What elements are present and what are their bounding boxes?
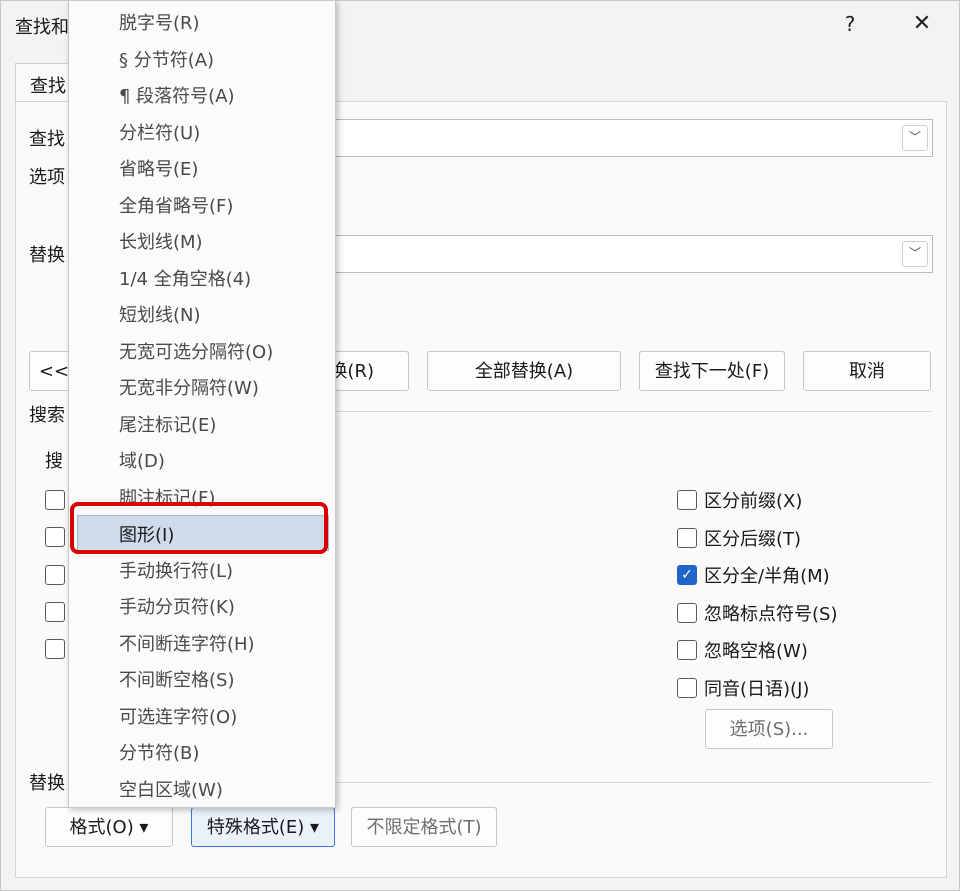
replace-dropdown-icon[interactable]: ﹀ xyxy=(902,241,928,267)
menu-item-label: 分节符(B) xyxy=(119,743,200,764)
menu-item[interactable]: 分栏符(U) xyxy=(69,114,335,148)
menu-item[interactable]: 可选连字符(O) xyxy=(69,698,335,732)
menu-item-label: 省略号(E) xyxy=(119,159,199,180)
menu-item-label: 域(D) xyxy=(119,451,165,472)
find-next-button[interactable]: 查找下一处(F) xyxy=(639,351,785,391)
menu-item[interactable]: 域(D) xyxy=(69,442,335,476)
menu-item[interactable]: § 分节符(A) xyxy=(69,41,335,75)
divider-top xyxy=(291,411,931,412)
help-button[interactable]: ? xyxy=(835,9,865,39)
menu-item-label: 短划线(N) xyxy=(119,305,201,326)
menu-item-label: 尾注标记(E) xyxy=(119,414,217,436)
replace-label: 替换 xyxy=(29,245,65,266)
menu-item-label: ¶ 段落符号(A) xyxy=(119,86,235,107)
menu-item-label: 分栏符(U) xyxy=(119,122,201,144)
menu-item[interactable]: 尾注标记(E) xyxy=(69,406,335,440)
menu-item[interactable]: 手动换行符(L) xyxy=(69,552,335,586)
find-dropdown-icon[interactable]: ﹀ xyxy=(902,125,928,151)
menu-item[interactable]: 脱字号(R) xyxy=(69,4,335,38)
option-checkbox[interactable]: ✓ xyxy=(677,565,697,585)
option-label: 区分前缀(X) xyxy=(704,491,803,512)
menu-item[interactable]: 长划线(M) xyxy=(69,223,335,257)
options-label: 选项 xyxy=(29,167,65,188)
menu-item[interactable]: 1/4 全角空格(4) xyxy=(69,260,335,294)
menu-item-label: 手动换行符(L) xyxy=(119,560,234,582)
divider-bottom xyxy=(291,782,931,783)
menu-item-label: 不间断空格(S) xyxy=(119,670,235,691)
menu-item-label: 长划线(M) xyxy=(119,232,203,253)
menu-item[interactable]: 不间断连字符(H) xyxy=(69,625,335,659)
no-format-button[interactable]: 不限定格式(T) xyxy=(351,807,497,847)
replace-input[interactable]: ﹀ xyxy=(331,235,933,273)
option-label: 忽略空格(W) xyxy=(704,641,808,662)
option-label: 忽略标点符号(S) xyxy=(704,603,838,625)
menu-item[interactable]: ¶ 段落符号(A) xyxy=(69,77,335,111)
menu-item-label: 可选连字符(O) xyxy=(119,706,238,728)
menu-item-label: § 分节符(A) xyxy=(119,49,215,71)
highlight-box xyxy=(70,502,328,554)
options-button[interactable]: 选项(S)... xyxy=(705,709,833,749)
menu-item[interactable]: 无宽非分隔符(W) xyxy=(69,369,335,403)
menu-item-label: 不间断连字符(H) xyxy=(119,633,255,655)
dialog-title: 查找和 xyxy=(15,17,69,38)
option-checkbox[interactable] xyxy=(677,640,697,660)
search-direction-label: 搜 xyxy=(45,451,63,472)
search-section-title: 搜索 xyxy=(29,405,65,426)
tab-find[interactable]: 查找 xyxy=(15,63,73,102)
menu-item-label: 全角省略号(F) xyxy=(119,195,234,217)
option-checkbox[interactable] xyxy=(677,602,697,623)
option-label: 区分后缀(T) xyxy=(704,528,802,550)
menu-item[interactable]: 短划线(N) xyxy=(69,296,335,330)
menu-item-label: 无宽非分隔符(W) xyxy=(119,378,259,399)
find-label: 查找 xyxy=(29,129,65,150)
replace-all-button[interactable]: 全部替换(A) xyxy=(427,351,621,391)
find-input[interactable]: ﹀ xyxy=(331,119,933,157)
menu-item-label: 1/4 全角空格(4) xyxy=(119,268,252,290)
format-button[interactable]: 格式(O) ▾ xyxy=(45,807,173,847)
menu-item[interactable]: 省略号(E) xyxy=(69,150,335,184)
tab-find-label: 查找 xyxy=(30,76,66,97)
left-option-checkbox[interactable] xyxy=(45,490,65,510)
menu-item-label: 脱字号(R) xyxy=(119,13,200,34)
replace-section-label: 替换 xyxy=(29,773,65,794)
left-option-checkbox[interactable] xyxy=(45,565,65,585)
close-button[interactable]: ✕ xyxy=(907,9,937,39)
option-checkbox[interactable] xyxy=(677,527,697,548)
special-format-button[interactable]: 特殊格式(E) ▾ xyxy=(191,807,335,847)
menu-item[interactable]: 不间断空格(S) xyxy=(69,661,335,695)
menu-item[interactable]: 全角省略号(F) xyxy=(69,187,335,221)
left-option-checkbox[interactable] xyxy=(45,639,65,659)
option-checkbox[interactable] xyxy=(677,490,697,510)
menu-item-label: 空白区域(W) xyxy=(119,779,223,801)
menu-item[interactable]: 空白区域(W) xyxy=(69,771,335,805)
left-option-checkbox[interactable] xyxy=(45,527,65,547)
option-checkbox[interactable] xyxy=(677,677,697,698)
menu-item[interactable]: 手动分页符(K) xyxy=(69,588,335,622)
option-label: 区分全/半角(M) xyxy=(704,566,830,587)
cancel-button[interactable]: 取消 xyxy=(803,351,931,391)
menu-item[interactable]: 无宽可选分隔符(O) xyxy=(69,333,335,367)
special-format-menu: 脱字号(R) § 分节符(A) ¶ 段落符号(A) 分栏符(U) 省略号(E) 全角省略号… xyxy=(68,0,336,808)
menu-item-label: 手动分页符(K) xyxy=(119,597,235,618)
menu-item-label: 无宽可选分隔符(O) xyxy=(119,341,274,363)
option-label: 同音(日语)(J) xyxy=(704,678,810,700)
menu-item[interactable]: 分节符(B) xyxy=(69,734,335,768)
left-option-checkbox[interactable] xyxy=(45,602,65,622)
